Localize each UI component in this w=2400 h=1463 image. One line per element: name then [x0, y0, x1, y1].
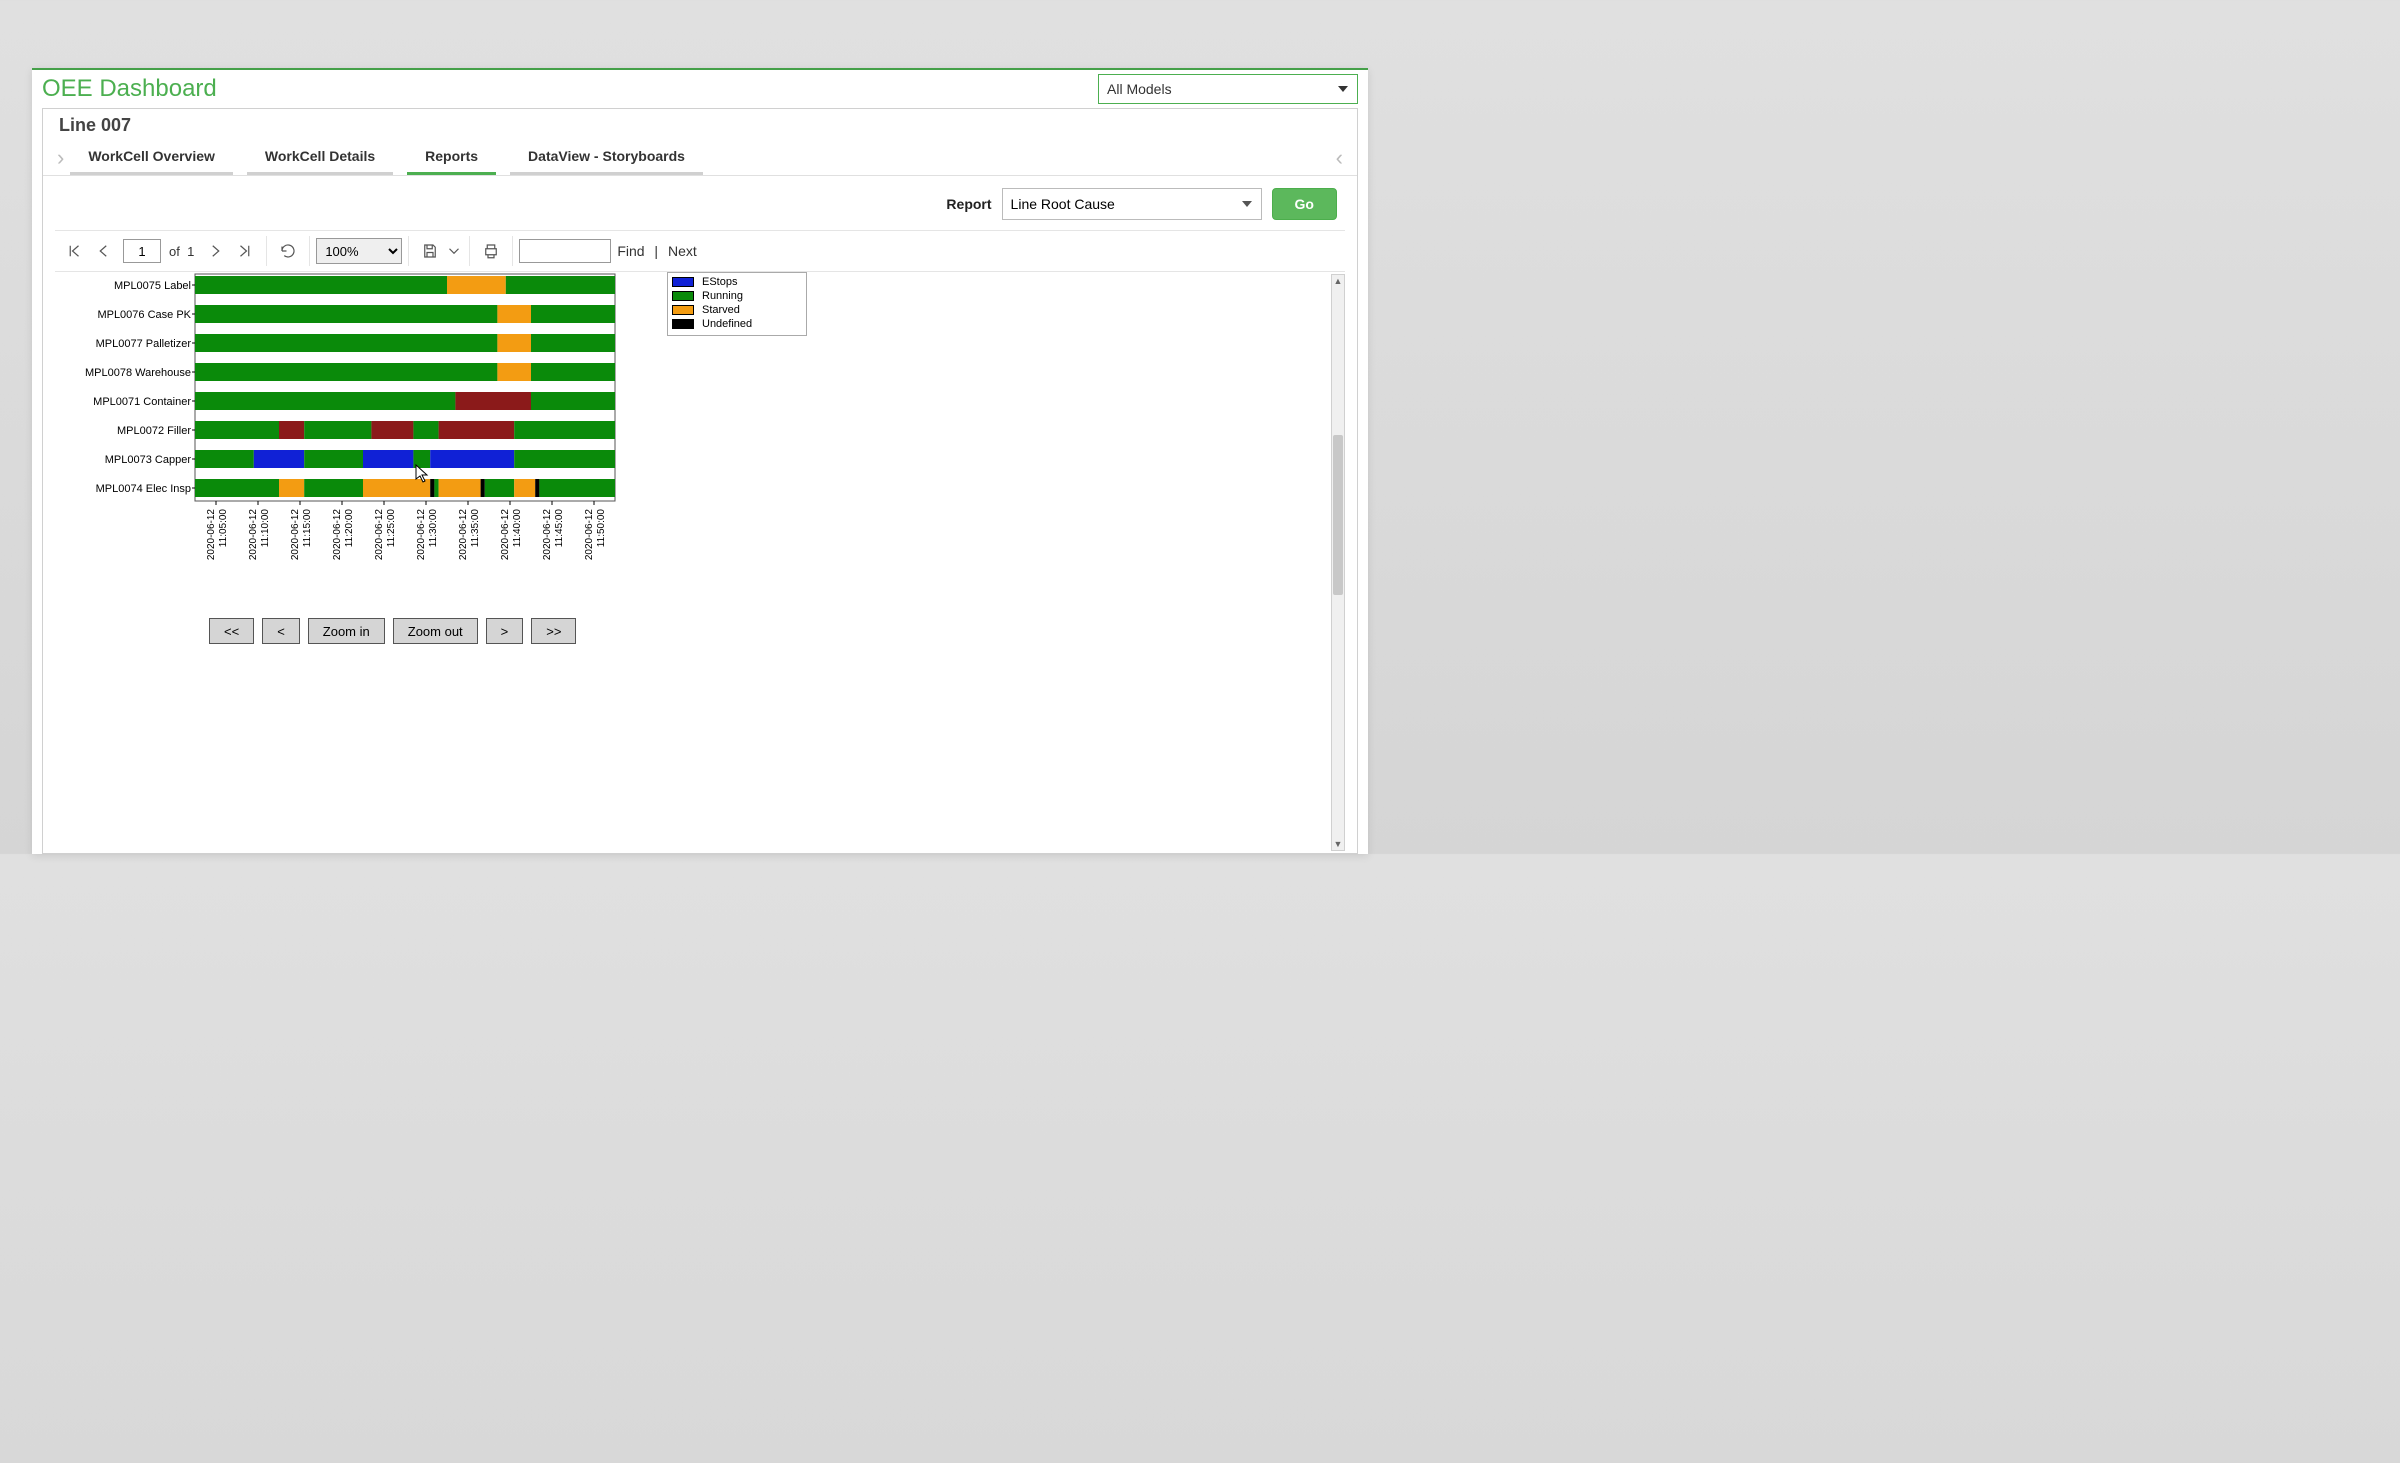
zoom-in-button[interactable]: Zoom in	[308, 618, 385, 644]
svg-text:2020-06-12: 2020-06-12	[458, 509, 469, 561]
find-input[interactable]	[519, 239, 611, 263]
prev-page-icon[interactable]	[89, 236, 119, 266]
svg-text:11:45:00: 11:45:00	[554, 509, 565, 548]
refresh-icon[interactable]	[273, 236, 303, 266]
svg-text:2020-06-12: 2020-06-12	[584, 509, 595, 561]
report-label: Report	[946, 196, 991, 212]
tab-reports[interactable]: Reports	[407, 140, 496, 175]
line-title: Line 007	[43, 109, 1357, 140]
first-page-icon[interactable]	[59, 236, 89, 266]
svg-text:2020-06-12: 2020-06-12	[248, 509, 259, 561]
models-select[interactable]: All Models	[1098, 74, 1358, 104]
zoom-select[interactable]: 100%	[316, 238, 402, 264]
chart-next-button[interactable]: >	[486, 618, 524, 644]
models-select-wrap: All Models	[1098, 74, 1358, 104]
find-separator: |	[651, 243, 662, 259]
svg-text:2020-06-12: 2020-06-12	[332, 509, 343, 561]
legend-item-estops: EStops	[672, 275, 802, 289]
go-button[interactable]: Go	[1272, 188, 1337, 220]
scroll-up-icon[interactable]: ▲	[1332, 275, 1344, 287]
print-icon[interactable]	[476, 236, 506, 266]
chart-nav-buttons: << < Zoom in Zoom out > >>	[209, 618, 576, 644]
legend: EStops Running Starved Undefined	[667, 272, 807, 336]
app-window: OEE Dashboard All Models Line 007 › Work…	[32, 68, 1368, 854]
last-page-icon[interactable]	[230, 236, 260, 266]
report-selector-row: Report Line Root Cause Go	[43, 176, 1357, 230]
svg-text:11:20:00: 11:20:00	[344, 509, 355, 548]
legend-item-undefined: Undefined	[672, 317, 802, 331]
scrollbar-thumb[interactable]	[1333, 435, 1343, 595]
svg-text:11:05:00: 11:05:00	[218, 509, 229, 548]
find-next-label[interactable]: Next	[668, 243, 697, 259]
tabs-scroll-right-icon[interactable]: ‹	[1330, 145, 1349, 171]
tabs-row: › WorkCell Overview WorkCell Details Rep…	[43, 140, 1357, 176]
chart-prev-button[interactable]: <	[262, 618, 300, 644]
svg-text:MPL0072 Filler: MPL0072 Filler	[117, 425, 191, 437]
vertical-scrollbar[interactable]: ▲ ▼	[1331, 274, 1345, 851]
chart-first-button[interactable]: <<	[209, 618, 254, 644]
svg-text:11:40:00: 11:40:00	[512, 509, 523, 548]
svg-text:2020-06-12: 2020-06-12	[500, 509, 511, 561]
find-label[interactable]: Find	[617, 243, 644, 259]
svg-text:MPL0074 Elec Insp: MPL0074 Elec Insp	[96, 483, 191, 495]
legend-swatch	[672, 319, 694, 329]
svg-text:MPL0077 Palletizer: MPL0077 Palletizer	[96, 338, 192, 350]
svg-text:11:30:00: 11:30:00	[428, 509, 439, 548]
tab-workcell-overview[interactable]: WorkCell Overview	[70, 140, 233, 175]
chart-last-button[interactable]: >>	[531, 618, 576, 644]
tab-dataview-storyboards[interactable]: DataView - Storyboards	[510, 140, 703, 175]
svg-text:11:35:00: 11:35:00	[470, 509, 481, 548]
scroll-down-icon[interactable]: ▼	[1332, 838, 1344, 850]
svg-text:11:25:00: 11:25:00	[386, 509, 397, 548]
tab-workcell-details[interactable]: WorkCell Details	[247, 140, 393, 175]
svg-text:11:50:00: 11:50:00	[596, 509, 607, 548]
svg-text:MPL0075 Label: MPL0075 Label	[114, 280, 191, 292]
svg-text:11:10:00: 11:10:00	[260, 509, 271, 548]
page-input[interactable]	[123, 239, 161, 263]
report-toolbar: of 1 100%	[55, 230, 1345, 272]
svg-text:2020-06-12: 2020-06-12	[416, 509, 427, 561]
svg-text:2020-06-12: 2020-06-12	[374, 509, 385, 561]
svg-text:MPL0076 Case PK: MPL0076 Case PK	[97, 309, 191, 321]
svg-text:MPL0073 Capper: MPL0073 Capper	[105, 454, 192, 466]
save-dropdown-icon[interactable]	[445, 236, 463, 266]
next-page-icon[interactable]	[200, 236, 230, 266]
svg-text:2020-06-12: 2020-06-12	[206, 509, 217, 561]
svg-text:MPL0071 Container: MPL0071 Container	[93, 396, 191, 408]
header-row: OEE Dashboard All Models	[32, 70, 1368, 106]
save-icon[interactable]	[415, 236, 445, 266]
zoom-out-button[interactable]: Zoom out	[393, 618, 478, 644]
report-body: MPL0075 Label MPL0076 Case PK MPL0077 Pall…	[55, 272, 1345, 853]
chart-container: MPL0075 Label MPL0076 Case PK MPL0077 Pall…	[55, 272, 1345, 853]
svg-text:2020-06-12: 2020-06-12	[542, 509, 553, 561]
report-select[interactable]: Line Root Cause	[1002, 188, 1262, 220]
legend-item-running: Running	[672, 289, 802, 303]
gantt-chart: MPL0075 Label MPL0076 Case PK MPL0077 Pall…	[55, 272, 635, 602]
legend-item-starved: Starved	[672, 303, 802, 317]
content-panel: Line 007 › WorkCell Overview WorkCell De…	[42, 108, 1358, 854]
legend-swatch	[672, 305, 694, 315]
page-title: OEE Dashboard	[42, 75, 217, 103]
legend-swatch	[672, 277, 694, 287]
svg-text:MPL0078 Warehouse: MPL0078 Warehouse	[85, 367, 191, 379]
legend-swatch	[672, 291, 694, 301]
svg-text:11:15:00: 11:15:00	[302, 509, 313, 548]
page-of-label: of 1	[169, 244, 194, 259]
tabs-scroll-left-icon[interactable]: ›	[51, 145, 70, 171]
svg-text:2020-06-12: 2020-06-12	[290, 509, 301, 561]
